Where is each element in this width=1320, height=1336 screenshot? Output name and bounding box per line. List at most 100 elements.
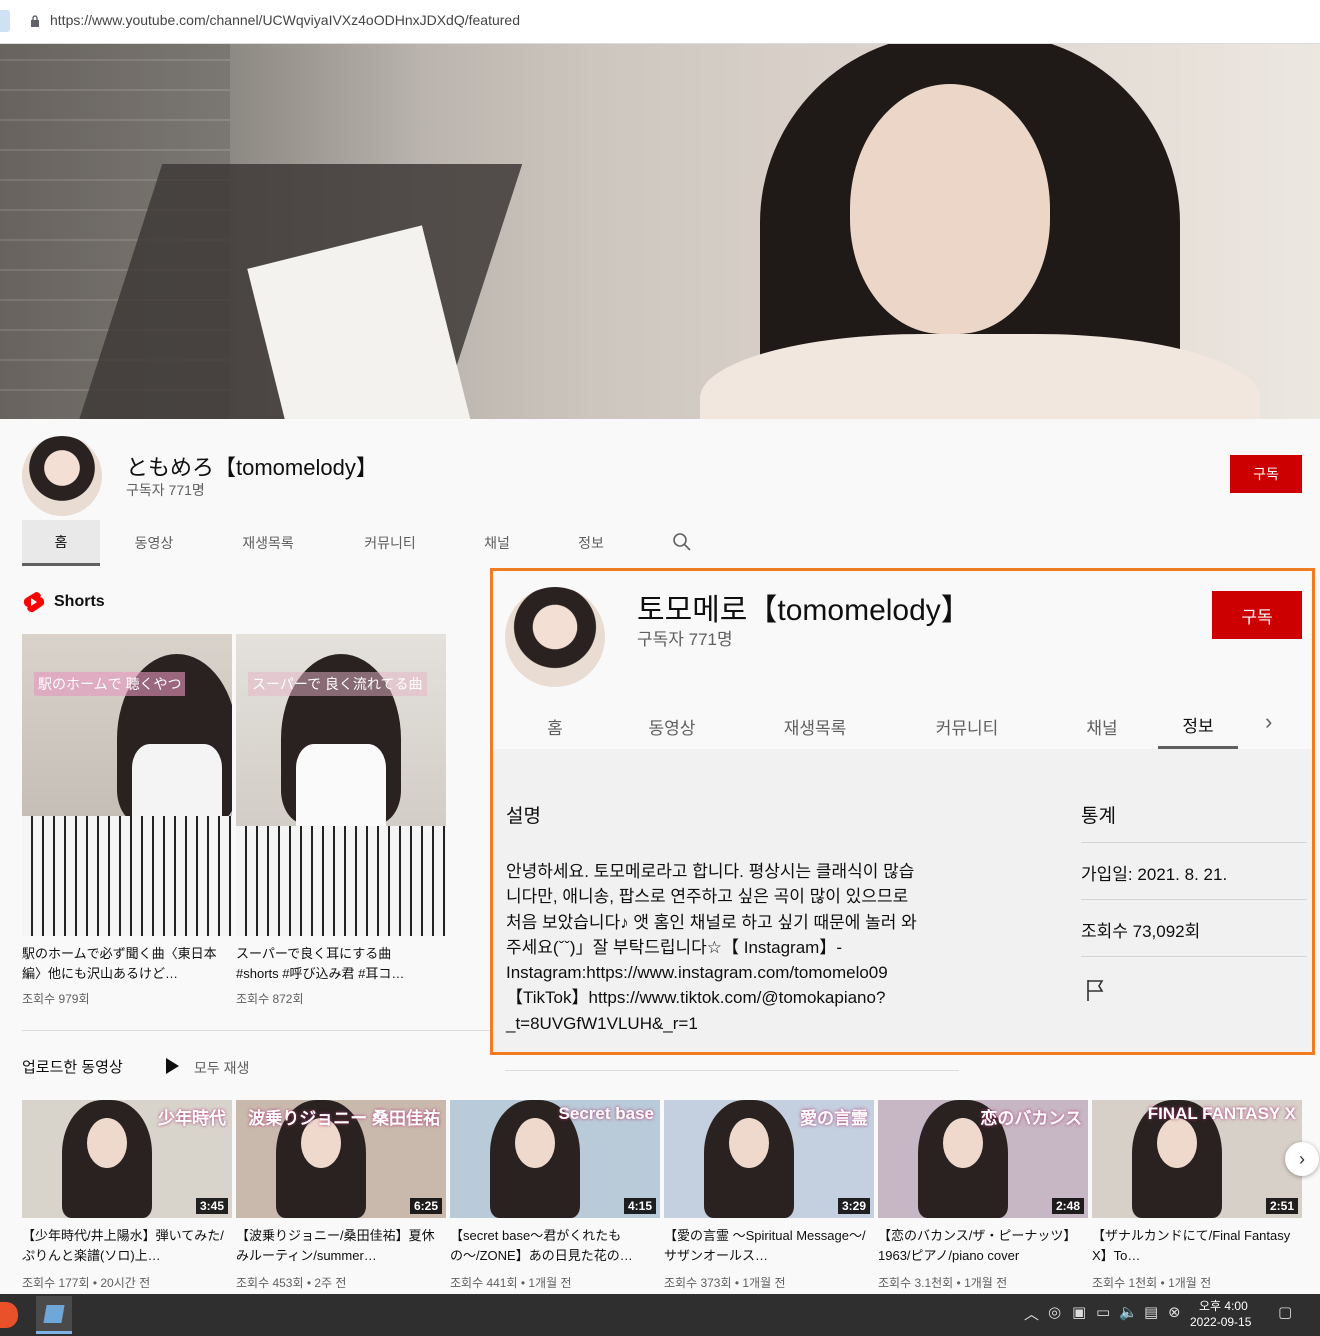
thumbnail-figure [704, 1100, 794, 1218]
camera-icon[interactable]: ◎ [1048, 1303, 1061, 1321]
short-title[interactable]: スーパーで良く耳にする曲 #shorts #呼び込み君 #耳コ… [236, 944, 436, 984]
browser-side-icon [0, 10, 10, 32]
video-meta: 조회수 373회 • 1개월 전 [664, 1276, 786, 1290]
description-line[interactable]: _t=8UVGfW1VLUH&_r=1 [506, 1011, 966, 1036]
tab-home[interactable]: 홈 [22, 520, 100, 566]
shorts-heading: Shorts [22, 590, 105, 614]
video-duration: 6:25 [409, 1198, 442, 1214]
short-views: 조회수 979회 [22, 992, 90, 1006]
play-all-button[interactable]: 모두 재생 [194, 1058, 249, 1078]
video-title[interactable]: 【波乗りジョニー/桑田佳祐】夏休みルーティン/summer… [236, 1226, 442, 1266]
video-title[interactable]: 【ザナルカンドにて/Final Fantasy X】To… [1092, 1226, 1298, 1266]
divider [1081, 842, 1307, 843]
video-thumbnail[interactable]: FINAL FANTASY X 2:51 [1092, 1100, 1302, 1218]
video-thumbnail[interactable]: Secret base 4:15 [450, 1100, 660, 1218]
lock-icon [31, 15, 39, 27]
chevron-up-icon[interactable]: ︿ [1024, 1303, 1039, 1324]
description-text: 안녕하세요. 토모메로라고 합니다. 평상시는 클래식이 많습 니다만, 애니송… [506, 859, 966, 1036]
video-meta: 조회수 453회 • 2주 전 [236, 1276, 347, 1290]
description-line[interactable]: 【TikTok】https://www.tiktok.com/@tomokapi… [506, 985, 966, 1010]
channel-title: ともめろ【tomomelody】 [126, 455, 378, 480]
description-line[interactable]: Instagram:https://www.instagram.com/tomo… [506, 960, 966, 985]
subscriber-count: 구독자 771명 [126, 482, 205, 498]
short-overlay-text: スーパーで 良く流れてる曲 [248, 672, 427, 696]
network-icon[interactable]: ▤ [1144, 1303, 1158, 1321]
about-tab-about[interactable]: 정보 [1158, 703, 1238, 749]
video-duration: 3:29 [837, 1198, 870, 1214]
start-icon[interactable] [0, 1302, 18, 1328]
play-icon[interactable] [166, 1058, 179, 1074]
video-duration: 2:48 [1051, 1198, 1084, 1214]
uploads-heading: 업로드한 동영상 [22, 1059, 123, 1076]
video-meta: 조회수 177회 • 20시간 전 [22, 1276, 151, 1290]
thumbnail-overlay-text: 少年時代 [158, 1109, 226, 1128]
video-title[interactable]: 【恋のバカンス/ザ・ピーナッツ】1963/ピアノ/piano cover [878, 1226, 1084, 1266]
short-thumbnail[interactable]: 駅のホームで 聴くやつ [22, 634, 232, 936]
video-title[interactable]: 【少年時代/井上陽水】弾いてみた/ぷりんと楽譜(ソロ)上… [22, 1226, 228, 1266]
short-thumbnail[interactable]: スーパーで 良く流れてる曲 [236, 634, 446, 936]
url-text[interactable]: https://www.youtube.com/channel/UCWqviya… [50, 12, 520, 28]
divider [22, 1030, 490, 1031]
tab-videos[interactable]: 동영상 [112, 520, 196, 566]
tab-about[interactable]: 정보 [560, 520, 622, 566]
about-panel-overlay: 토모메로【tomomelody】 구독자 771명 구독 홈 동영상 재생목록 … [490, 568, 1315, 1055]
joined-date: 가입일: 2021. 8. 21. [1081, 865, 1228, 884]
divider [1081, 956, 1307, 957]
chevron-right-icon: › [1299, 1148, 1305, 1169]
video-meta: 조회수 441회 • 1개월 전 [450, 1276, 572, 1290]
divider [1081, 899, 1307, 900]
about-channel-title: 토모메로【tomomelody】 [637, 594, 971, 627]
channel-avatar[interactable] [22, 436, 102, 516]
video-thumbnail[interactable]: 波乗りジョニー 桑田佳祐 6:25 [236, 1100, 446, 1218]
search-icon[interactable] [672, 532, 692, 552]
channel-banner [0, 44, 1320, 419]
battery-icon[interactable]: ▭ [1096, 1303, 1110, 1321]
short-views: 조회수 872회 [236, 992, 304, 1006]
short-title[interactable]: 駅のホームで必ず聞く曲〈東日本編〉他にも沢山あるけど… [22, 944, 222, 984]
video-title[interactable]: 【secret base〜君がくれたもの〜/ZONE】あの日見た花の… [450, 1226, 656, 1266]
about-tab-community[interactable]: 커뮤니티 [919, 703, 1015, 749]
address-bar[interactable]: https://www.youtube.com/channel/UCWqviya… [0, 0, 1320, 44]
video-title[interactable]: 【愛の言霊 〜Spiritual Message〜/サザンオールス… [664, 1226, 870, 1266]
thumbnail-overlay-text: 愛の言霊 [800, 1109, 868, 1128]
about-tab-channels[interactable]: 채널 [1073, 703, 1131, 749]
tab-channels[interactable]: 채널 [466, 520, 528, 566]
clock-time[interactable]: 오후 4:00 [1199, 1297, 1248, 1314]
about-tab-playlists[interactable]: 재생목록 [769, 703, 861, 749]
thumbnail-overlay-text: Secret base [558, 1104, 654, 1123]
video-thumbnail[interactable]: 恋のバカンス 2:48 [878, 1100, 1088, 1218]
thumbnail-overlay-text: 波乗りジョニー 桑田佳祐 [248, 1109, 440, 1128]
thumbnail-figure [62, 1100, 152, 1218]
video-meta: 조회수 3.1천회 • 1개월 전 [878, 1276, 1008, 1290]
video-meta: 조회수 1천회 • 1개월 전 [1092, 1276, 1212, 1290]
about-subscribe-button[interactable]: 구독 [1212, 591, 1302, 639]
shorts-icon [23, 591, 44, 613]
description-line: 니다만, 애니송, 팝스로 연주하고 싶은 곡이 많이 있으므로 [506, 887, 909, 907]
chevron-right-icon[interactable]: › [1265, 709, 1272, 735]
about-channel-avatar[interactable] [505, 587, 605, 687]
video-duration: 2:51 [1265, 1198, 1298, 1214]
description-line: 주세요(ˇˇ)」잘 부탁드립니다☆【 Instagram】- [506, 937, 842, 957]
video-thumbnail[interactable]: 少年時代 3:45 [22, 1100, 232, 1218]
thumbnail-overlay-text: 恋のバカンス [980, 1109, 1082, 1128]
clock-date[interactable]: 2022-09-15 [1190, 1315, 1251, 1329]
tab-playlists[interactable]: 재생목록 [222, 520, 314, 566]
volume-icon[interactable]: 🔈 [1119, 1303, 1138, 1321]
tab-community[interactable]: 커뮤니티 [344, 520, 436, 566]
thumbnail-overlay-text: FINAL FANTASY X [1147, 1104, 1296, 1123]
tray-icon[interactable]: ▣ [1072, 1303, 1086, 1321]
short-overlay-text: 駅のホームで 聴くやつ [34, 672, 186, 696]
close-icon[interactable]: ⊗ [1168, 1303, 1181, 1321]
next-arrow-button[interactable]: › [1285, 1142, 1319, 1176]
about-subscriber-count: 구독자 771명 [637, 630, 733, 649]
video-thumbnail[interactable]: 愛の言霊 3:29 [664, 1100, 874, 1218]
notification-icon[interactable]: ▢ [1278, 1303, 1292, 1321]
stats-heading: 통계 [1081, 806, 1116, 827]
description-heading: 설명 [506, 806, 541, 827]
about-tab-home[interactable]: 홈 [521, 703, 589, 749]
flag-icon[interactable] [1085, 978, 1107, 1002]
subscribe-button[interactable]: 구독 [1230, 455, 1302, 493]
about-tab-videos[interactable]: 동영상 [627, 703, 717, 749]
description-line: 안녕하세요. 토모메로라고 합니다. 평상시는 클래식이 많습 [506, 862, 915, 881]
taskbar-app-icon[interactable] [36, 1296, 72, 1334]
